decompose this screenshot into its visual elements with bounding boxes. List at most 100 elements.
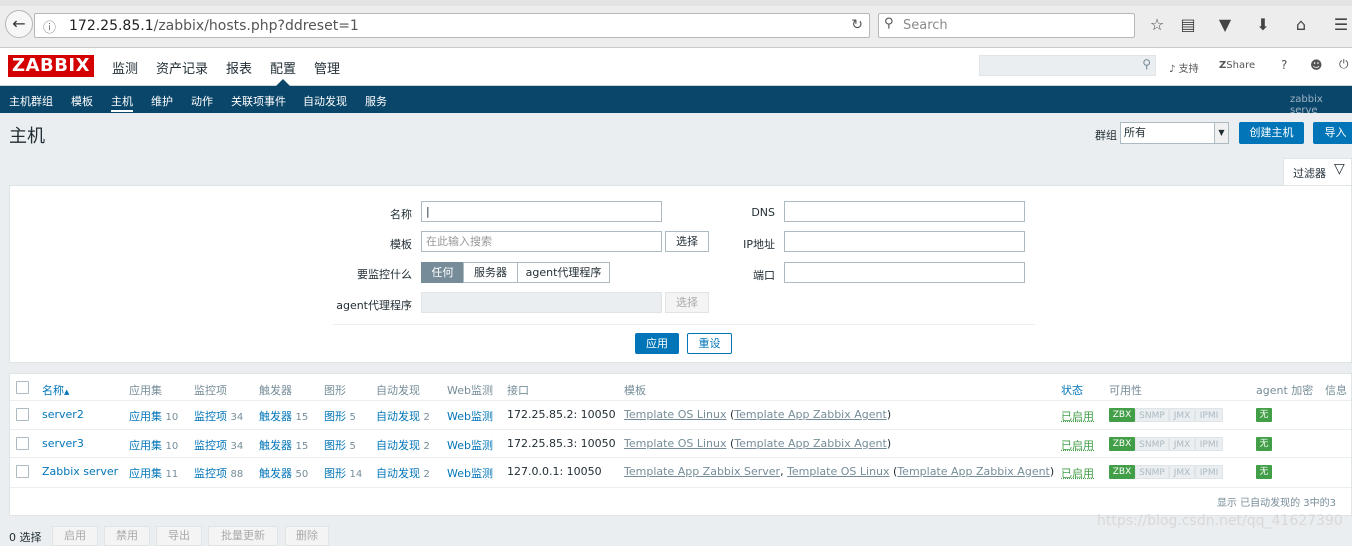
mass-update-button[interactable]: 批量更新 xyxy=(208,526,278,546)
template-select-button[interactable]: 选择 xyxy=(665,231,709,252)
encryption-badge: 无 xyxy=(1256,408,1272,422)
info-icon[interactable]: ⓘ xyxy=(43,17,56,36)
sign-out-icon[interactable]: ⏻ xyxy=(1339,57,1349,72)
port-input[interactable] xyxy=(784,262,1025,283)
discovery-link[interactable]: 自动发现 2 xyxy=(376,465,430,481)
dns-input[interactable] xyxy=(784,201,1025,222)
status-enabled-link[interactable]: 已启用 xyxy=(1061,437,1094,453)
subnav-actions[interactable]: 动作 xyxy=(191,93,213,109)
reading-list-icon[interactable]: ▤ xyxy=(1177,14,1199,36)
support-link[interactable]: ♪ 支持 xyxy=(1169,60,1199,75)
monitored-by-server[interactable]: 服务器 xyxy=(463,262,518,283)
items-link[interactable]: 监控项 88 xyxy=(194,465,243,481)
menu-inventory[interactable]: 资产记录 xyxy=(156,58,208,77)
status-enabled-link[interactable]: 已启用 xyxy=(1061,465,1094,481)
browser-search-input[interactable]: ⚲ Search xyxy=(878,13,1135,38)
menu-administration[interactable]: 管理 xyxy=(314,58,340,77)
disable-button[interactable]: 禁用 xyxy=(104,526,150,546)
col-status[interactable]: 状态 xyxy=(1061,382,1083,398)
graphs-link[interactable]: 图形 5 xyxy=(324,437,356,453)
subnav-templates[interactable]: 模板 xyxy=(71,93,93,109)
col-applications: 应用集 xyxy=(129,384,162,397)
table-row: server2 应用集 10 监控项 34 触发器 15 图形 5 自动发现 2 Web监测… xyxy=(10,400,1351,428)
user-profile-icon[interactable]: ☻ xyxy=(1310,58,1323,72)
watermark-text: https://blog.csdn.net/qq_41627390 xyxy=(1097,513,1343,529)
enable-button[interactable]: 启用 xyxy=(52,526,98,546)
ip-input[interactable] xyxy=(784,231,1025,252)
availability-badge: ZBX xyxy=(1109,436,1135,451)
back-button[interactable]: ← xyxy=(5,10,33,38)
menu-reports[interactable]: 报表 xyxy=(226,58,252,77)
subnav-hosts[interactable]: 主机 xyxy=(111,93,133,112)
reset-button[interactable]: 重设 xyxy=(687,333,732,354)
export-button[interactable]: 导出 xyxy=(156,526,202,546)
template-separator: ) xyxy=(1049,465,1055,478)
help-link[interactable]: ? xyxy=(1281,58,1287,72)
delete-button[interactable]: 删除 xyxy=(285,526,329,546)
row-checkbox[interactable] xyxy=(16,436,29,450)
web-link[interactable]: Web监测 xyxy=(447,437,493,453)
zabbix-logo[interactable]: ZABBIX xyxy=(8,55,94,77)
applications-link-label: 应用集 xyxy=(129,467,162,480)
host-name-link[interactable]: server2 xyxy=(42,408,84,421)
items-link[interactable]: 监控项 34 xyxy=(194,437,243,453)
row-checkbox[interactable] xyxy=(16,408,29,421)
home-icon[interactable]: ⌂ xyxy=(1290,14,1312,36)
graphs-link[interactable]: 图形 5 xyxy=(324,408,356,424)
applications-link[interactable]: 应用集 10 xyxy=(129,408,178,424)
name-input[interactable]: | xyxy=(421,201,662,222)
apply-button[interactable]: 应用 xyxy=(635,333,679,354)
discovery-link[interactable]: 自动发现 2 xyxy=(376,437,430,453)
menu-monitoring[interactable]: 监测 xyxy=(112,58,138,77)
group-select[interactable]: 所有 ▼ xyxy=(1120,122,1229,144)
template-link[interactable]: Template App Zabbix Agent xyxy=(734,408,887,421)
row-checkbox[interactable] xyxy=(16,465,29,478)
monitored-by-proxy[interactable]: agent代理程序 xyxy=(517,262,610,283)
select-all-checkbox[interactable] xyxy=(16,381,29,394)
share-link[interactable]: ZShare xyxy=(1219,60,1255,71)
bookmark-star-icon[interactable]: ☆ xyxy=(1146,14,1168,36)
selected-count: 0 选择 xyxy=(9,531,42,544)
template-link[interactable]: Template OS Linux xyxy=(624,408,726,421)
applications-link[interactable]: 应用集 10 xyxy=(129,437,178,453)
subnav-correlation[interactable]: 关联项事件 xyxy=(231,93,286,109)
graphs-link[interactable]: 图形 14 xyxy=(324,465,362,481)
subnav-services[interactable]: 服务 xyxy=(365,93,387,109)
subnav-discovery[interactable]: 自动发现 xyxy=(303,93,347,109)
triggers-link[interactable]: 触发器 15 xyxy=(259,408,308,424)
global-search-input[interactable]: ⚲ xyxy=(979,55,1156,76)
monitored-by-any[interactable]: 任何 xyxy=(421,262,464,283)
applications-link[interactable]: 应用集 11 xyxy=(129,465,178,481)
host-name-link[interactable]: Zabbix server xyxy=(42,465,118,478)
applications-link-count: 11 xyxy=(165,469,179,480)
host-name-link[interactable]: server3 xyxy=(42,437,84,450)
triggers-link[interactable]: 触发器 15 xyxy=(259,437,308,453)
create-host-button[interactable]: 创建主机 xyxy=(1239,122,1304,144)
subnav-maintenance[interactable]: 维护 xyxy=(151,93,173,109)
triggers-link[interactable]: 触发器 50 xyxy=(259,465,308,481)
template-link[interactable]: Template App Zabbix Server xyxy=(624,465,780,478)
template-input[interactable]: 在此输入搜索 xyxy=(421,231,662,252)
filter-tab[interactable]: 过滤器 ▽ xyxy=(1283,158,1352,185)
template-link[interactable]: Template OS Linux xyxy=(787,465,889,478)
browser-toolbar: ← ⓘ 172.25.85.1/zabbix/hosts.php?ddreset… xyxy=(0,0,1352,48)
col-triggers: 触发器 xyxy=(259,384,292,397)
pocket-icon[interactable]: ▼ xyxy=(1214,14,1236,36)
url-bar[interactable]: ⓘ 172.25.85.1/zabbix/hosts.php?ddreset=1… xyxy=(34,13,870,38)
template-link[interactable]: Template App Zabbix Agent xyxy=(897,465,1050,478)
items-link[interactable]: 监控项 34 xyxy=(194,408,243,424)
status-enabled-link[interactable]: 已启用 xyxy=(1061,408,1094,424)
menu-configuration[interactable]: 配置 xyxy=(270,58,296,77)
template-link[interactable]: Template App Zabbix Agent xyxy=(734,437,887,450)
web-link[interactable]: Web监测 xyxy=(447,465,493,481)
search-icon[interactable]: ⚲ xyxy=(1142,57,1151,71)
import-button[interactable]: 导入 xyxy=(1313,122,1352,144)
col-name[interactable]: 名称▲ xyxy=(42,382,69,398)
reload-icon[interactable]: ↻ xyxy=(851,17,863,33)
menu-icon[interactable]: ☰ xyxy=(1330,14,1352,36)
template-link[interactable]: Template OS Linux xyxy=(624,437,726,450)
download-icon[interactable]: ⬇ xyxy=(1252,14,1274,36)
subnav-host-groups[interactable]: 主机群组 xyxy=(9,93,53,109)
discovery-link[interactable]: 自动发现 2 xyxy=(376,408,430,424)
web-link[interactable]: Web监测 xyxy=(447,408,493,424)
